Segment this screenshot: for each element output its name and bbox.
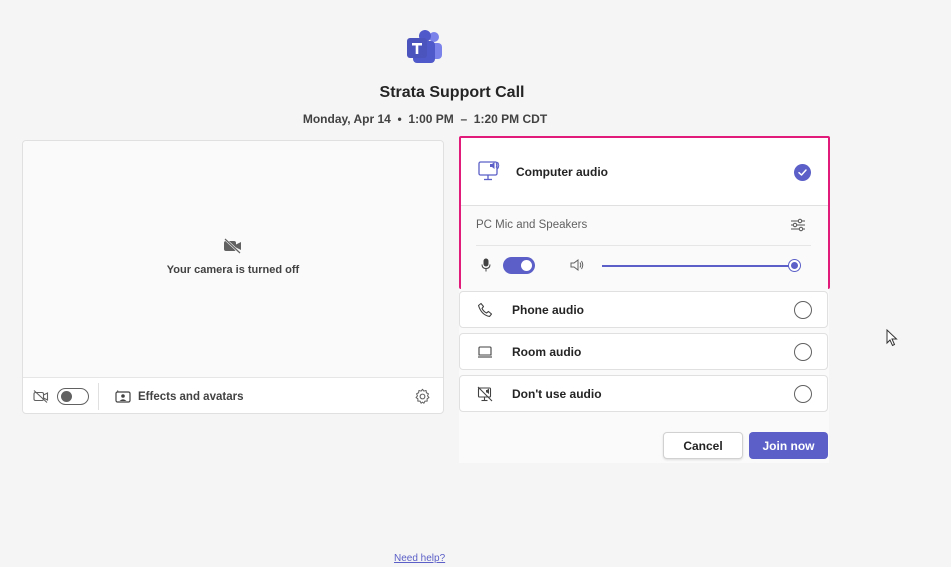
no-audio-option[interactable]: Don't use audio — [459, 375, 828, 412]
effects-and-avatars-button[interactable]: Effects and avatars — [111, 385, 247, 408]
camera-off-icon — [224, 238, 241, 254]
room-device-icon — [478, 346, 492, 358]
microphone-toggle-knob — [521, 260, 532, 271]
computer-audio-selected-check — [794, 164, 811, 181]
room-audio-option[interactable]: Room audio — [459, 333, 828, 370]
computer-audio-row[interactable]: Computer audio — [461, 138, 828, 205]
camera-preview: Your camera is turned off — [23, 141, 443, 378]
camera-off-message: Your camera is turned off — [166, 264, 300, 276]
phone-audio-radio[interactable] — [794, 301, 812, 319]
meeting-title: Strata Support Call — [379, 84, 525, 101]
device-settings-gear-icon[interactable] — [414, 388, 431, 405]
room-audio-radio[interactable] — [794, 343, 812, 361]
bar-divider — [98, 383, 99, 410]
audio-device-label: PC Mic and Speakers — [476, 219, 588, 231]
microphone-icon — [481, 258, 491, 272]
meeting-time-dash: – — [460, 112, 468, 126]
microphone-toggle[interactable] — [503, 257, 535, 274]
meeting-start-time: 1:00 PM — [408, 112, 454, 126]
cancel-button[interactable]: Cancel — [663, 432, 743, 459]
speaker-volume-icon — [570, 259, 584, 271]
mouse-pointer-icon — [886, 329, 898, 347]
need-help-link[interactable]: Need help? — [394, 553, 445, 564]
speaker-volume-thumb[interactable] — [788, 259, 802, 272]
computer-speaker-icon — [478, 161, 500, 181]
room-audio-label: Room audio — [512, 345, 582, 359]
meeting-time: Monday, Apr 14 • 1:00 PM – 1:20 PM CDT — [0, 112, 850, 126]
settings-divider — [476, 245, 811, 246]
audio-settings-sliders-icon[interactable] — [790, 217, 806, 233]
phone-icon — [477, 302, 493, 318]
effects-icon — [115, 389, 131, 403]
camera-toggle-knob — [61, 391, 72, 402]
meeting-time-separator: • — [397, 112, 402, 126]
meeting-date: Monday, Apr 14 — [302, 112, 391, 126]
no-audio-label: Don't use audio — [512, 387, 602, 401]
computer-audio-label: Computer audio — [516, 165, 608, 179]
computer-audio-option: Computer audio PC Mic and Speakers — [459, 136, 830, 289]
phone-audio-option[interactable]: Phone audio — [459, 291, 828, 328]
no-audio-radio[interactable] — [794, 385, 812, 403]
meeting-end-time: 1:20 PM CDT — [473, 112, 548, 126]
camera-panel: Your camera is turned off Effects and av… — [22, 140, 444, 414]
join-now-button[interactable]: Join now — [749, 432, 828, 459]
no-audio-icon — [477, 386, 493, 402]
camera-controls-bar: Effects and avatars — [23, 379, 443, 414]
effects-label: Effects and avatars — [138, 390, 244, 403]
prejoin-screen: Strata Support Call Monday, Apr 14 • 1:0… — [0, 0, 951, 567]
checkmark-icon — [798, 169, 807, 176]
computer-audio-settings: PC Mic and Speakers — [461, 205, 828, 289]
phone-audio-label: Phone audio — [512, 303, 584, 317]
teams-logo — [407, 30, 442, 63]
camera-toggle[interactable] — [57, 388, 89, 405]
camera-off-small-icon — [33, 390, 49, 403]
speaker-volume-slider[interactable] — [602, 265, 800, 267]
